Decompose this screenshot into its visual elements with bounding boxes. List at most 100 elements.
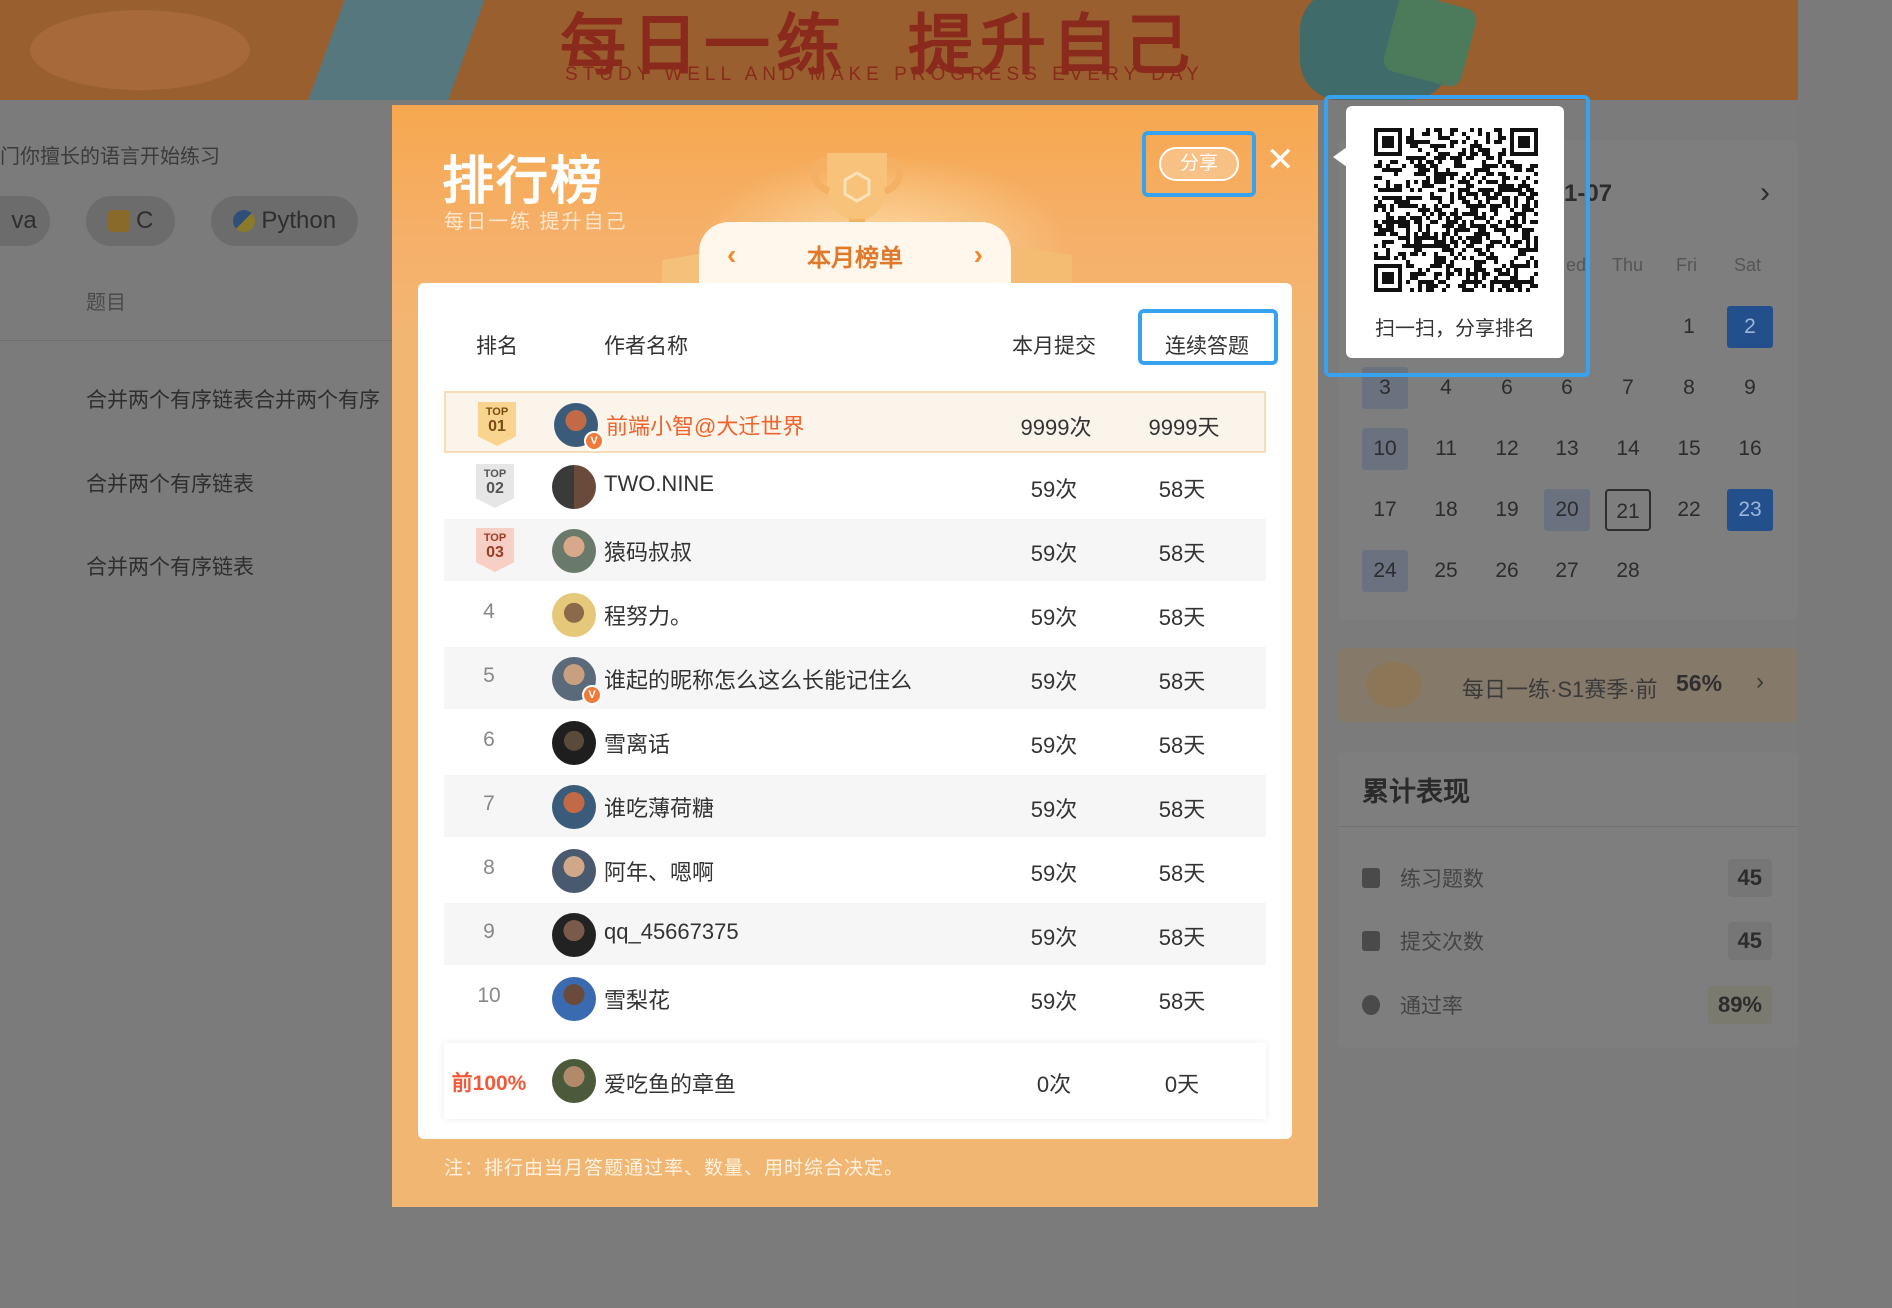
- calendar-day[interactable]: 2: [1727, 306, 1773, 348]
- chevron-left-icon[interactable]: ‹: [727, 239, 736, 271]
- calendar-day[interactable]: 14: [1605, 428, 1651, 470]
- modal-subtitle: 每日一练 提升自己: [444, 211, 628, 233]
- user-name[interactable]: 程努力。: [604, 599, 692, 631]
- qr-module: [1490, 280, 1494, 284]
- avatar[interactable]: [552, 977, 596, 1021]
- calendar-day-today[interactable]: 21: [1605, 489, 1651, 531]
- calendar-day[interactable]: 7: [1605, 367, 1651, 409]
- calendar-day[interactable]: 16: [1727, 428, 1773, 470]
- qr-module: [1450, 252, 1454, 256]
- qr-module: [1502, 200, 1506, 204]
- my-rank-row[interactable]: 前100% 爱吃鱼的章鱼 0次 0天: [444, 1043, 1266, 1119]
- calendar-day[interactable]: 18: [1423, 489, 1469, 531]
- qr-module: [1446, 224, 1450, 228]
- chevron-right-icon[interactable]: ›: [1756, 668, 1764, 696]
- table-row[interactable]: 9 qq_45667375 59次 58天: [444, 903, 1266, 965]
- qr-module: [1462, 284, 1466, 288]
- qr-module: [1406, 244, 1410, 248]
- calendar-day[interactable]: 10: [1362, 428, 1408, 470]
- close-icon[interactable]: ✕: [1266, 143, 1295, 177]
- qr-module: [1434, 256, 1438, 260]
- qr-module: [1462, 176, 1466, 180]
- avatar[interactable]: [552, 529, 596, 573]
- table-row[interactable]: 4 程努力。 59次 58天: [444, 583, 1266, 645]
- table-row[interactable]: TOP 03 猿码叔叔 59次 58天: [444, 519, 1266, 581]
- qr-module: [1522, 208, 1526, 212]
- qr-module: [1498, 192, 1502, 196]
- table-row[interactable]: 6 雪离话 59次 58天: [444, 711, 1266, 773]
- lang-tab-python[interactable]: Python: [211, 196, 359, 246]
- user-name[interactable]: 阿年、嗯啊: [604, 855, 714, 887]
- trophy-icon: [1366, 662, 1422, 708]
- qr-module: [1422, 180, 1426, 184]
- qr-module: [1502, 196, 1506, 200]
- calendar-day[interactable]: 15: [1666, 428, 1712, 470]
- calendar-day[interactable]: 11: [1423, 428, 1469, 470]
- qr-module: [1510, 188, 1514, 192]
- qr-module: [1478, 132, 1482, 136]
- qr-module: [1374, 204, 1378, 208]
- table-row[interactable]: 8 阿年、嗯啊 59次 58天: [444, 839, 1266, 901]
- table-row[interactable]: 5 V 谁起的昵称怎么这么长能记住么 59次 58天: [444, 647, 1266, 709]
- qr-module: [1514, 256, 1518, 260]
- calendar-day[interactable]: 26: [1484, 550, 1530, 592]
- user-name[interactable]: qq_45667375: [604, 919, 739, 945]
- calendar-day[interactable]: 23: [1727, 489, 1773, 531]
- qr-module: [1442, 240, 1446, 244]
- column-header-submissions[interactable]: 本月提交: [1012, 330, 1096, 360]
- qr-module: [1502, 136, 1506, 140]
- qr-module: [1418, 280, 1422, 284]
- user-name[interactable]: 猿码叔叔: [604, 535, 692, 567]
- question-item[interactable]: 合并两个有序链表合并两个有序: [86, 384, 380, 414]
- question-item[interactable]: 合并两个有序链表: [86, 468, 254, 498]
- avatar[interactable]: [552, 913, 596, 957]
- table-row[interactable]: TOP 01 V 前端小智@大迁世界 9999次 9999天: [444, 391, 1266, 453]
- share-button[interactable]: 分享: [1159, 147, 1239, 181]
- calendar-day[interactable]: 22: [1666, 489, 1712, 531]
- calendar-day[interactable]: 25: [1423, 550, 1469, 592]
- qr-module: [1430, 160, 1434, 164]
- calendar-day[interactable]: 19: [1484, 489, 1530, 531]
- qr-module: [1406, 260, 1410, 264]
- table-row[interactable]: 7 谁吃薄荷糖 59次 58天: [444, 775, 1266, 837]
- chevron-right-icon[interactable]: ›: [974, 239, 983, 271]
- lang-tab-java[interactable]: va: [0, 196, 50, 246]
- avatar[interactable]: [552, 721, 596, 765]
- qr-module: [1470, 288, 1474, 292]
- calendar-day[interactable]: 12: [1484, 428, 1530, 470]
- calendar-day[interactable]: 9: [1727, 367, 1773, 409]
- tab-monthly[interactable]: 本月榜单: [807, 238, 903, 273]
- user-name[interactable]: 爱吃鱼的章鱼: [604, 1067, 736, 1099]
- avatar[interactable]: [552, 1059, 596, 1103]
- user-name[interactable]: 谁吃薄荷糖: [604, 791, 714, 823]
- calendar-day[interactable]: 28: [1605, 550, 1651, 592]
- calendar-day[interactable]: 13: [1544, 428, 1590, 470]
- qr-module: [1442, 156, 1446, 160]
- table-row[interactable]: 10 雪梨花 59次 58天: [444, 967, 1266, 1029]
- avatar[interactable]: [552, 465, 596, 509]
- calendar-day[interactable]: 20: [1544, 489, 1590, 531]
- user-name[interactable]: 雪梨花: [604, 983, 670, 1015]
- qr-module: [1518, 184, 1522, 188]
- calendar-day[interactable]: 1: [1666, 306, 1712, 348]
- user-name[interactable]: 前端小智@大迁世界: [606, 409, 804, 441]
- qr-module: [1418, 140, 1422, 144]
- calendar-day[interactable]: 27: [1544, 550, 1590, 592]
- user-name[interactable]: TWO.NINE: [604, 471, 714, 497]
- avatar[interactable]: [552, 785, 596, 829]
- qr-module: [1482, 232, 1486, 236]
- calendar-day[interactable]: 24: [1362, 550, 1408, 592]
- chevron-right-icon[interactable]: ›: [1760, 176, 1770, 210]
- qr-code[interactable]: [1374, 128, 1538, 292]
- user-name[interactable]: 雪离话: [604, 727, 670, 759]
- calendar-day[interactable]: 8: [1666, 367, 1712, 409]
- qr-module: [1410, 264, 1414, 268]
- question-item[interactable]: 合并两个有序链表: [86, 551, 254, 581]
- avatar[interactable]: [552, 849, 596, 893]
- column-header-streak[interactable]: 连续答题: [1165, 330, 1249, 360]
- avatar[interactable]: [552, 593, 596, 637]
- calendar-day[interactable]: 17: [1362, 489, 1408, 531]
- lang-tab-c[interactable]: C: [86, 196, 176, 246]
- table-row[interactable]: TOP 02 TWO.NINE 59次 58天: [444, 455, 1266, 517]
- user-name[interactable]: 谁起的昵称怎么这么长能记住么: [604, 663, 912, 695]
